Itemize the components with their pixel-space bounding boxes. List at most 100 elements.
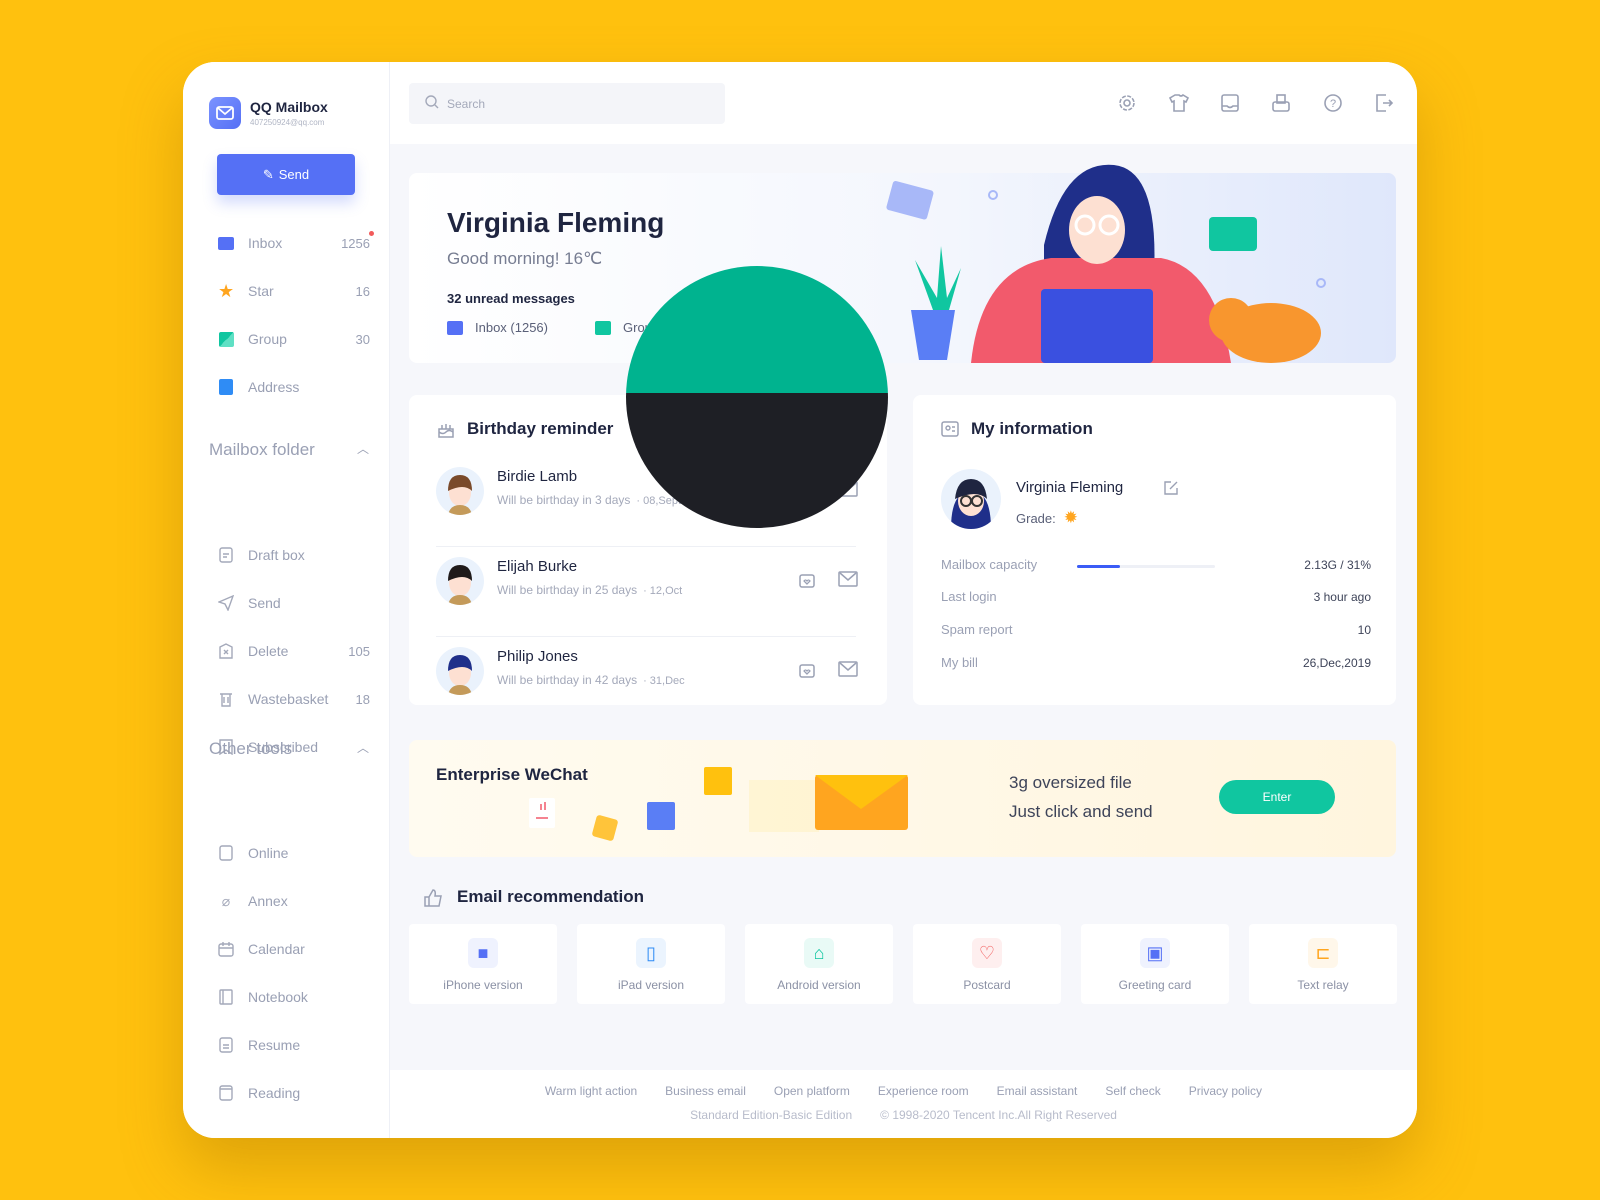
label: Online xyxy=(248,845,289,861)
trash-icon xyxy=(218,691,234,707)
gift-icon[interactable] xyxy=(798,481,816,499)
label: Spam report xyxy=(941,622,1013,637)
sidebar-item-online[interactable]: Online xyxy=(218,841,370,865)
label: Subscribed (17) xyxy=(755,320,847,335)
chevron-up-icon: ︿ xyxy=(356,741,369,755)
label: My bill xyxy=(941,655,978,670)
recommendation-tile[interactable]: ♡ Postcard xyxy=(913,924,1061,1004)
enter-button[interactable]: Enter xyxy=(1219,780,1335,814)
more-link[interactable]: More › xyxy=(813,422,857,437)
printer-icon[interactable] xyxy=(1271,93,1291,113)
paper-plane-icon xyxy=(218,595,234,611)
cake-icon xyxy=(438,424,454,438)
label: Inbox xyxy=(248,235,283,251)
birthday-list-item[interactable]: Birdie Lamb Will be birthday in 3 days · … xyxy=(436,459,858,547)
logout-icon[interactable] xyxy=(1374,93,1394,113)
label: Mailbox capacity xyxy=(941,557,1038,572)
sidebar-item-group[interactable]: Group 30 xyxy=(218,327,370,351)
sidebar-item-reading[interactable]: Reading xyxy=(218,1081,370,1105)
footer-link[interactable]: Privacy policy xyxy=(1189,1084,1262,1098)
book-icon xyxy=(218,1085,234,1101)
shirt-icon[interactable] xyxy=(1169,93,1189,113)
notebook-icon xyxy=(218,989,234,1005)
birthday-date: · 12,Oct xyxy=(643,585,683,597)
panel-title: My information xyxy=(971,419,1093,438)
value: 3 hour ago xyxy=(1313,589,1371,604)
promo-line-1: 3g oversized file xyxy=(1009,773,1132,792)
compose-send-button[interactable]: ✎ Send xyxy=(217,154,355,195)
help-icon[interactable]: ? xyxy=(1323,93,1343,113)
birthday-reminder-panel: Birthday reminder More › Birdie Lamb Will… xyxy=(409,395,887,705)
gear-icon[interactable] xyxy=(1117,93,1137,113)
footer-link[interactable]: Warm light action xyxy=(545,1084,637,1098)
svg-text:?: ? xyxy=(1330,98,1336,110)
stat-group[interactable]: Group (30) xyxy=(595,320,686,335)
other-tools-section-toggle[interactable]: Other tools ︿ xyxy=(209,739,369,759)
sidebar-item-inbox[interactable]: Inbox 1256 xyxy=(218,231,374,255)
sidebar-item-send[interactable]: Send xyxy=(218,591,370,615)
label: Draft box xyxy=(248,547,305,563)
mail-icon[interactable] xyxy=(838,481,858,497)
my-bill-row: My bill 26,Dec,2019 xyxy=(941,655,1371,670)
tile-label: Text relay xyxy=(1297,978,1349,992)
stat-inbox[interactable]: Inbox (1256) xyxy=(447,320,548,335)
value: 10 xyxy=(1357,622,1371,637)
avatar xyxy=(436,557,484,605)
gift-icon[interactable] xyxy=(798,571,816,589)
label: Notebook xyxy=(248,989,308,1005)
sidebar-item-draft-box[interactable]: Draft box xyxy=(218,543,370,567)
footer-link[interactable]: Self check xyxy=(1105,1084,1160,1098)
recommendation-tile[interactable]: ⊏ Text relay xyxy=(1249,924,1397,1004)
footer-link[interactable]: Business email xyxy=(665,1084,746,1098)
inbox-tray-icon[interactable] xyxy=(1220,93,1240,113)
sidebar-item-calendar[interactable]: Calendar xyxy=(218,937,370,961)
footer-link[interactable]: Email assistant xyxy=(997,1084,1078,1098)
draft-icon xyxy=(218,547,234,563)
user-name: Virginia Fleming xyxy=(447,207,665,238)
promo-line-2: Just click and send xyxy=(1009,802,1153,821)
sidebar-item-address[interactable]: Address xyxy=(218,375,370,399)
chevron-right-icon: › xyxy=(852,422,857,437)
stat-subscribed[interactable]: Subscribed (17) xyxy=(727,320,847,335)
count: 18 xyxy=(355,691,370,707)
label: Star xyxy=(248,283,274,299)
sidebar-item-delete[interactable]: Delete 105 xyxy=(218,639,370,663)
my-information-panel: My information Virginia Fleming Grade: ✹ … xyxy=(913,395,1396,705)
search-icon xyxy=(425,95,439,112)
avatar xyxy=(436,467,484,515)
birthday-list-item[interactable]: Elijah Burke Will be birthday in 25 days… xyxy=(436,549,858,637)
birthday-list-item[interactable]: Philip Jones Will be birthday in 42 days… xyxy=(436,639,858,727)
search-input[interactable]: Search xyxy=(409,83,725,124)
tablet-icon: ▯ xyxy=(636,938,666,968)
label: Calendar xyxy=(248,941,305,957)
mailbox-folder-section-toggle[interactable]: Mailbox folder ︿ xyxy=(209,440,369,460)
birthday-countdown: Will be birthday in 42 days xyxy=(497,673,638,687)
delete-icon xyxy=(218,643,234,659)
sidebar-item-notebook[interactable]: Notebook xyxy=(218,985,370,1009)
sidebar-item-resume[interactable]: Resume xyxy=(218,1033,370,1057)
recommendation-tile[interactable]: ⌂ Android version xyxy=(745,924,893,1004)
sidebar-item-annex[interactable]: ⌀ Annex xyxy=(218,889,370,913)
edit-icon[interactable] xyxy=(1164,481,1178,495)
more-label: More xyxy=(813,422,843,437)
recommendation-tile[interactable]: ▣ Greeting card xyxy=(1081,924,1229,1004)
mail-icon[interactable] xyxy=(838,571,858,587)
footer-link[interactable]: Experience room xyxy=(878,1084,969,1098)
account-email: 407250924@qq.com xyxy=(250,118,325,127)
person-name: Elijah Burke xyxy=(497,558,578,575)
recommendation-tile[interactable]: ■ iPhone version xyxy=(409,924,557,1004)
mail-icon[interactable] xyxy=(838,661,858,677)
sidebar-item-wastebasket[interactable]: Wastebasket 18 xyxy=(218,687,370,711)
last-login-row: Last login 3 hour ago xyxy=(941,589,1371,604)
tile-label: Greeting card xyxy=(1118,978,1192,992)
count: 105 xyxy=(348,643,370,659)
section-title: Mailbox folder xyxy=(209,440,315,459)
footer-link[interactable]: Open platform xyxy=(774,1084,850,1098)
capacity-fill xyxy=(1077,565,1120,568)
person-name: Birdie Lamb xyxy=(497,468,578,485)
recommendation-tile[interactable]: ▯ iPad version xyxy=(577,924,725,1004)
gift-icon[interactable] xyxy=(798,661,816,679)
label: Wastebasket xyxy=(248,691,329,707)
unread-count: 32 unread messages xyxy=(447,291,575,306)
sidebar-item-star[interactable]: ★ Star 16 xyxy=(218,279,370,303)
